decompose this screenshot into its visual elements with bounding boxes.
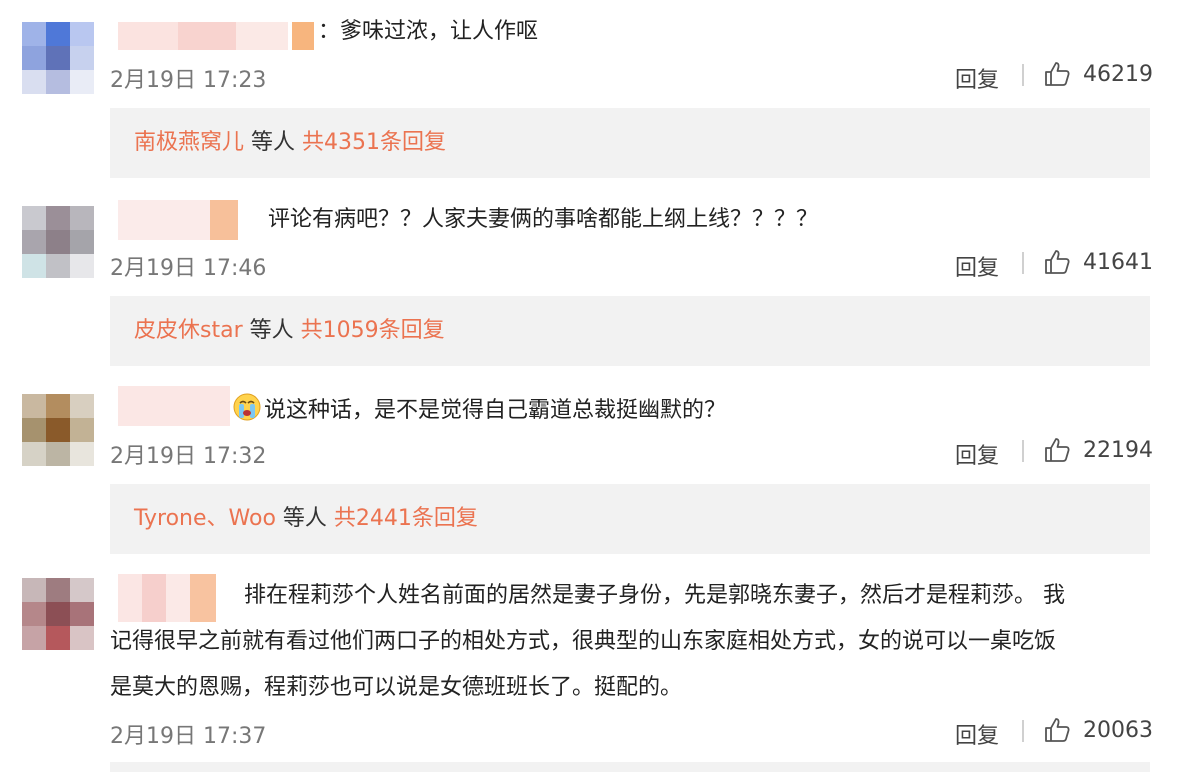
divider	[1022, 720, 1024, 742]
reply-thread-summary: 皮皮休star 等人 共1059条回复	[134, 315, 445, 347]
like-count: 41641	[1083, 250, 1153, 275]
like-count: 46219	[1083, 62, 1153, 87]
thumbs-up-icon[interactable]	[1043, 248, 1071, 276]
comment-text-line: 排在程莉莎个人姓名前面的居然是妻子身份，先是郭晓东妻子，然后才是程莉莎。 我	[244, 583, 1065, 608]
divider	[1022, 440, 1024, 462]
crying-face-emoji	[233, 393, 261, 421]
reply-thread-summary: Tyrone、Woo 等人 共2441条回复	[134, 503, 478, 535]
username-blurred[interactable]	[118, 386, 230, 426]
reply-usernames[interactable]: 南极燕窝儿	[134, 130, 244, 155]
reply-thread-summary: 南极燕窝儿 等人 共4351条回复	[134, 127, 446, 159]
reply-usernames[interactable]: Tyrone、Woo	[134, 506, 276, 531]
avatar[interactable]	[22, 206, 94, 278]
reply-count-link[interactable]: 共1059条回复	[301, 318, 445, 343]
reply-button[interactable]: 回复	[955, 62, 999, 94]
comment-time: 2月19日 17:37	[110, 724, 267, 749]
thumbs-up-icon[interactable]	[1043, 436, 1071, 464]
like-count: 20063	[1083, 718, 1153, 743]
comment-text-line: 记得很早之前就有看过他们两口子的相处方式，很典型的山东家庭相处方式，女的说可以一…	[110, 629, 1057, 654]
comment-text-line: 是莫大的恩赐，程莉莎也可以说是女德班班长了。挺配的。	[110, 675, 683, 700]
reply-button[interactable]: 回复	[955, 718, 999, 750]
divider	[1022, 252, 1024, 274]
username-blurred[interactable]	[118, 574, 216, 622]
comment-time: 2月19日 17:32	[110, 444, 267, 469]
avatar[interactable]	[22, 394, 94, 466]
comment-text: ：爹味过浓，让人作呕	[318, 19, 539, 44]
reply-thread-partial	[110, 762, 1150, 772]
reply-count-link[interactable]: 共2441条回复	[334, 506, 478, 531]
thumbs-up-icon[interactable]	[1043, 60, 1071, 88]
reply-thread[interactable]: Tyrone、Woo 等人 共2441条回复	[110, 484, 1150, 554]
avatar[interactable]	[22, 22, 94, 94]
comment-text: 评论有病吧？？人家夫妻俩的事啥都能上纲上线？？？？	[268, 207, 819, 232]
comment-text-content: 说这种话，是不是觉得自己霸道总裁挺幽默的？	[264, 398, 727, 423]
username-blurred[interactable]	[118, 22, 314, 50]
reply-thread[interactable]: 皮皮休star 等人 共1059条回复	[110, 296, 1150, 366]
reply-button[interactable]: 回复	[955, 250, 999, 282]
reply-others-label: 等人	[244, 130, 303, 155]
reply-thread[interactable]: 南极燕窝儿 等人 共4351条回复	[110, 108, 1150, 178]
username-blurred[interactable]	[118, 200, 238, 240]
divider	[1022, 64, 1024, 86]
like-count: 22194	[1083, 438, 1153, 463]
avatar[interactable]	[22, 578, 94, 650]
reply-button[interactable]: 回复	[955, 438, 999, 470]
comment-time: 2月19日 17:23	[110, 68, 267, 93]
reply-count-link[interactable]: 共4351条回复	[302, 130, 446, 155]
reply-others-label: 等人	[275, 506, 334, 531]
reply-usernames[interactable]: 皮皮休star	[134, 318, 243, 343]
thumbs-up-icon[interactable]	[1043, 716, 1071, 744]
reply-others-label: 等人	[242, 318, 301, 343]
comment-time: 2月19日 17:46	[110, 256, 267, 281]
comment-text: 说这种话，是不是觉得自己霸道总裁挺幽默的？	[232, 392, 726, 427]
